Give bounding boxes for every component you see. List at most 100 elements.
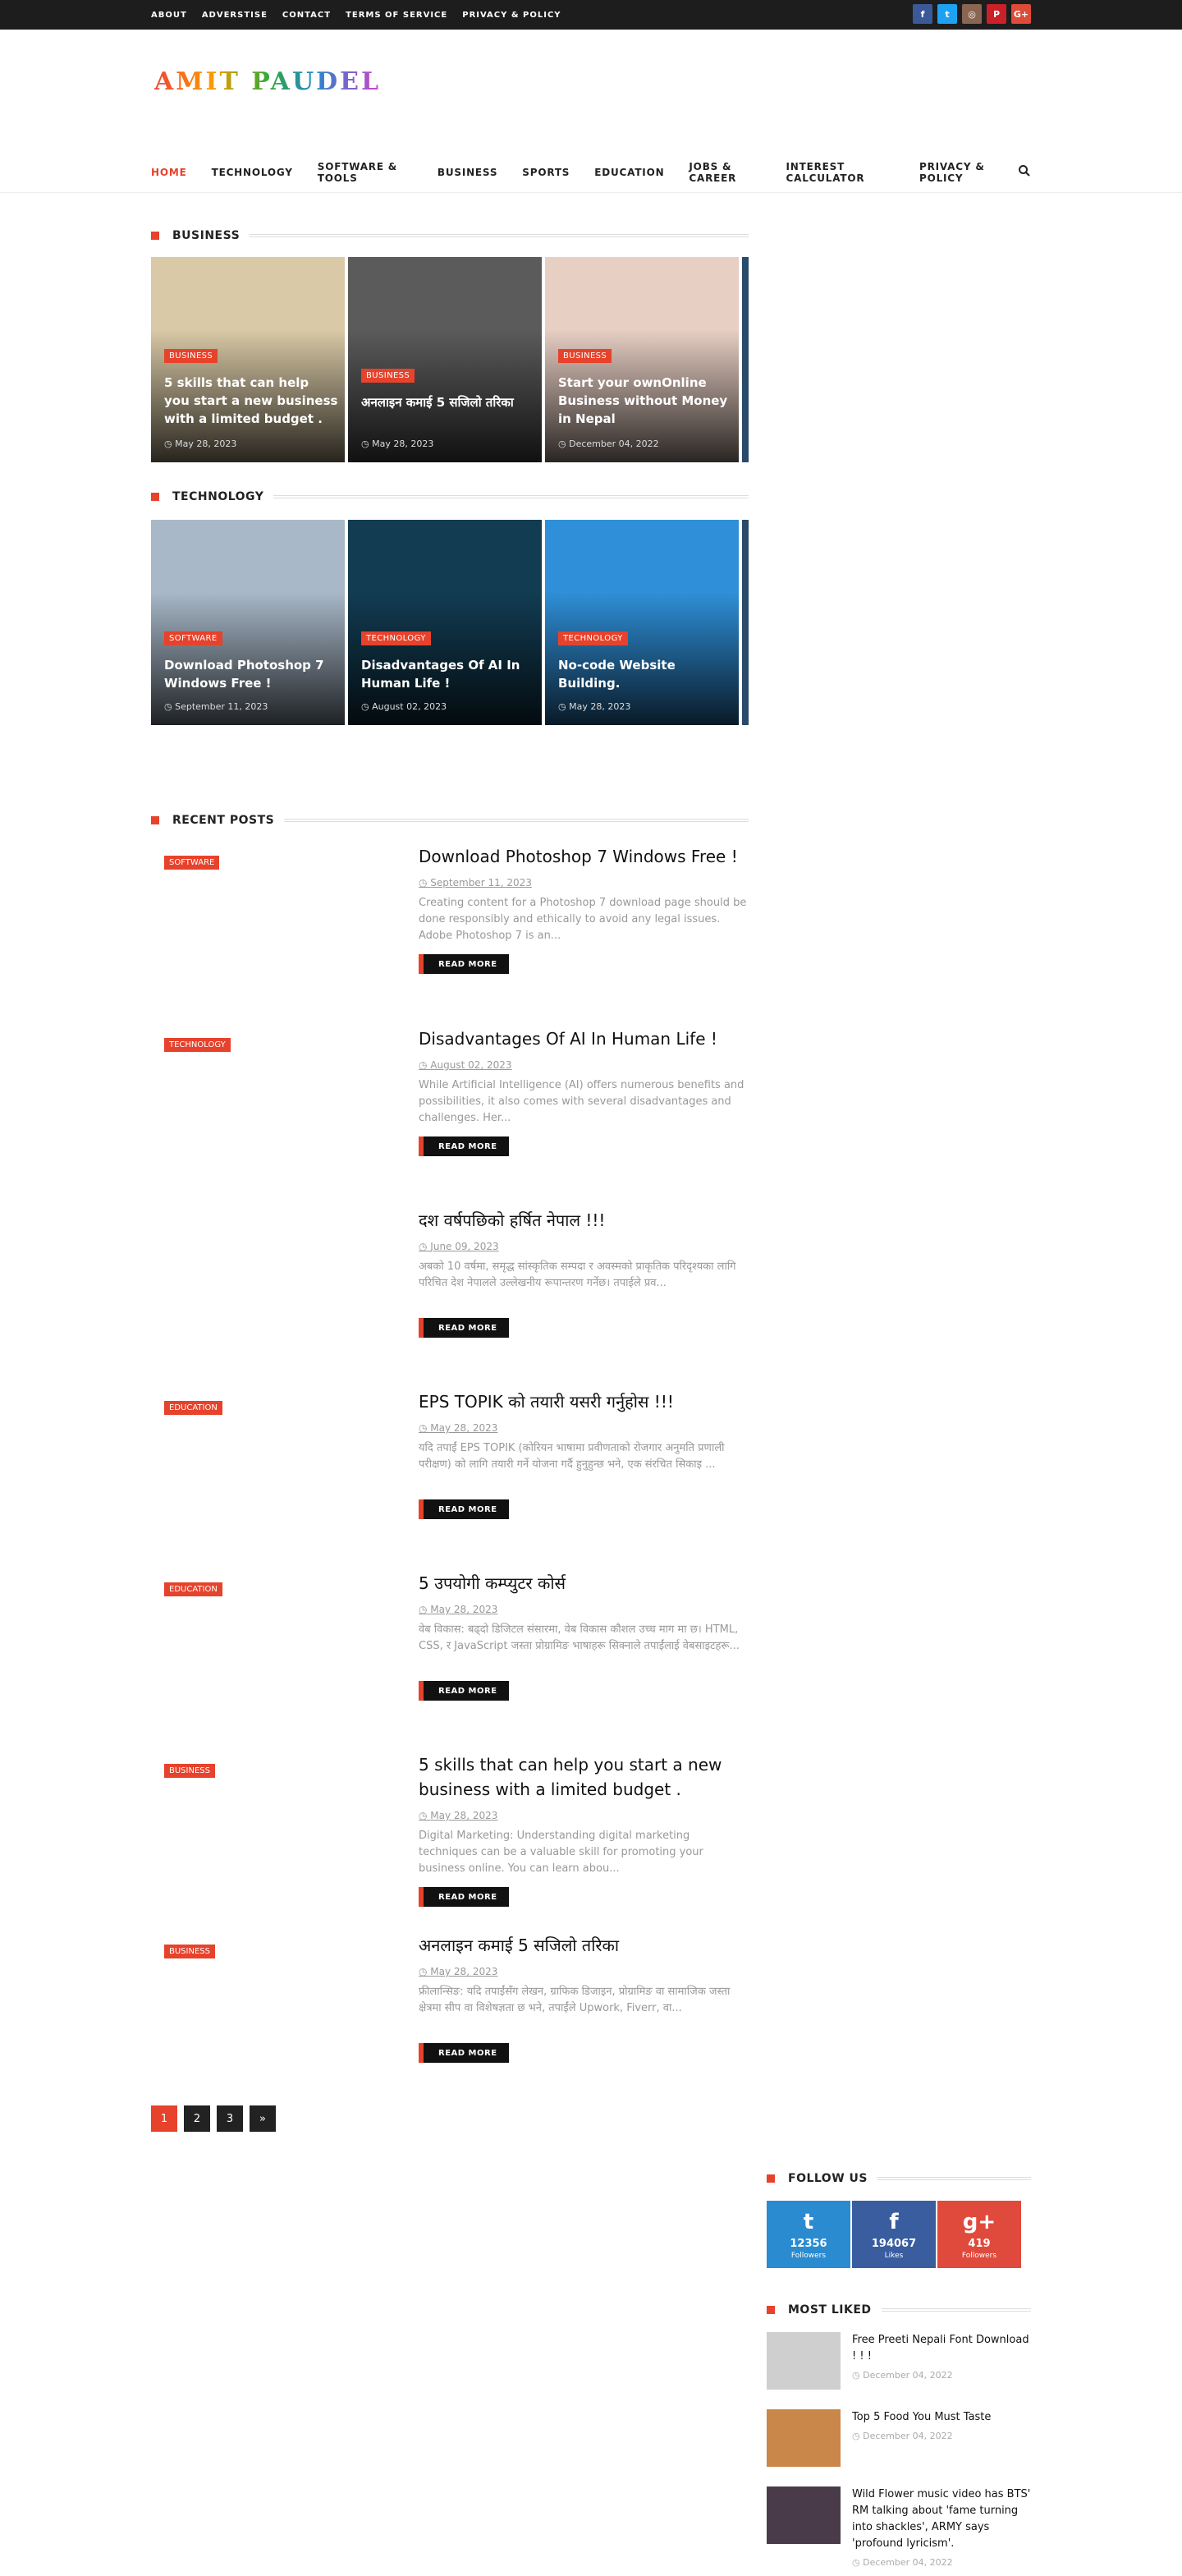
- nav-item-privacy-policy[interactable]: PRIVACY & POLICY: [919, 161, 1006, 184]
- read-more-button[interactable]: READ MORE: [419, 1887, 509, 1907]
- follow-google-plus-counter[interactable]: g+ 419 Followers: [937, 2201, 1021, 2268]
- business-slider[interactable]: BUSINESS 5 skills that can help you start…: [151, 257, 749, 462]
- top-link-terms[interactable]: TERMS OF SERVICE: [346, 11, 447, 20]
- google-plus-icon[interactable]: G+: [1011, 4, 1031, 24]
- read-more-button[interactable]: READ MORE: [419, 1499, 509, 1519]
- nav-item-jobs-career[interactable]: JOBS & CAREER: [689, 161, 761, 184]
- technology-slider[interactable]: SOFTWARE Download Photoshop 7 Windows Fre…: [151, 520, 749, 725]
- twitter-icon[interactable]: t: [937, 4, 957, 24]
- technology-slide-card[interactable]: SOFTWARE Download Photoshop 7 Windows Fre…: [151, 520, 345, 725]
- slide-title[interactable]: Start your ownOnline Business without Mo…: [558, 374, 732, 428]
- business-slide-card[interactable]: BUSINESS अनलाइन कमाई 5 सजिलो तरिका ◷ May 2…: [348, 257, 542, 462]
- pinterest-icon[interactable]: P: [987, 4, 1006, 24]
- read-more-button[interactable]: READ MORE: [419, 2043, 509, 2063]
- post-date[interactable]: ◷ May 28, 2023: [419, 1604, 497, 1615]
- read-more-button[interactable]: READ MORE: [419, 1136, 509, 1156]
- top-link-advertise[interactable]: ADVERSTISE: [202, 11, 268, 20]
- read-more-button[interactable]: READ MORE: [419, 1681, 509, 1701]
- recent-posts-heading: RECENT POSTS: [151, 813, 749, 828]
- post-title[interactable]: EPS TOPIK को तयारी यसरी गर्नुहोस !!!: [419, 1389, 747, 1414]
- most-liked-thumbnail[interactable]: [767, 2486, 841, 2544]
- post-date[interactable]: ◷ August 02, 2023: [419, 1059, 512, 1071]
- search-icon[interactable]: [1018, 164, 1031, 181]
- page-3-button[interactable]: 3: [217, 2105, 243, 2132]
- nav-item-technology[interactable]: TECHNOLOGY: [212, 167, 293, 178]
- most-liked-title[interactable]: Top 5 Food You Must Taste: [852, 2409, 1031, 2426]
- category-label[interactable]: BUSINESS: [164, 349, 218, 363]
- slide-title[interactable]: No-code Website Building.: [558, 656, 732, 692]
- next-page-button[interactable]: »: [250, 2105, 276, 2132]
- most-liked-thumbnail[interactable]: [767, 2332, 841, 2390]
- date-text: December 04, 2022: [863, 2431, 953, 2441]
- post-date[interactable]: ◷ May 28, 2023: [419, 1810, 497, 1821]
- category-label[interactable]: EDUCATION: [164, 1401, 222, 1415]
- post-date[interactable]: ◷ September 11, 2023: [419, 877, 532, 889]
- category-label[interactable]: TECHNOLOGY: [558, 631, 628, 645]
- follower-count: 194067: [871, 2237, 917, 2250]
- technology-slide-card[interactable]: TECHNOLOGY Disadvantages Of AI In Human L…: [348, 520, 542, 725]
- category-label[interactable]: TECHNOLOGY: [164, 1038, 231, 1052]
- clock-icon: ◷: [419, 1422, 431, 1434]
- nav-item-business[interactable]: BUSINESS: [438, 167, 497, 178]
- slide-title[interactable]: 5 skills that can help you start a new b…: [164, 374, 338, 428]
- date-text: September 11, 2023: [175, 701, 268, 712]
- page-2-button[interactable]: 2: [184, 2105, 210, 2132]
- category-label[interactable]: SOFTWARE: [164, 856, 220, 870]
- follower-label: Followers: [790, 2251, 827, 2260]
- follower-count: 12356: [790, 2237, 827, 2250]
- post-snippet: अबको 10 वर्षमा, समृद्ध सांस्कृतिक सम्पदा…: [419, 1260, 736, 1289]
- category-label[interactable]: BUSINESS: [164, 1764, 215, 1778]
- nav-item-home[interactable]: HOME: [151, 167, 187, 178]
- top-link-privacy[interactable]: PRIVACY & POLICY: [462, 11, 561, 20]
- slide-date: ◷ December 04, 2022: [558, 439, 659, 449]
- top-link-contact[interactable]: CONTACT: [282, 11, 331, 20]
- site-logo[interactable]: AMIT PAUDEL: [154, 67, 381, 96]
- category-label[interactable]: BUSINESS: [164, 1945, 215, 1958]
- instagram-icon[interactable]: ◎: [962, 4, 982, 24]
- business-slide-card[interactable]: BUSINESS Start your ownOnline Business wi…: [545, 257, 739, 462]
- page-1-button[interactable]: 1: [151, 2105, 177, 2132]
- slide-date: ◷ May 28, 2023: [164, 439, 236, 449]
- top-link-about[interactable]: ABOUT: [151, 11, 187, 20]
- clock-icon: ◷: [361, 701, 373, 712]
- post-date[interactable]: ◷ May 28, 2023: [419, 1422, 497, 1434]
- post-title[interactable]: 5 skills that can help you start a new b…: [419, 1752, 747, 1802]
- nav-item-sports[interactable]: SPORTS: [522, 167, 570, 178]
- most-liked-title[interactable]: Wild Flower music video has BTS' RM talk…: [852, 2486, 1031, 2552]
- technology-slide-peek[interactable]: [742, 520, 749, 725]
- category-label[interactable]: EDUCATION: [164, 1582, 222, 1596]
- post-title[interactable]: Disadvantages Of AI In Human Life !: [419, 1026, 747, 1051]
- post-title[interactable]: 5 उपयोगी कम्प्युटर कोर्स: [419, 1571, 747, 1596]
- read-more-button[interactable]: READ MORE: [419, 1318, 509, 1338]
- post-title[interactable]: दश वर्षपछिको हर्षित नेपाल !!!: [419, 1208, 747, 1233]
- read-more-button[interactable]: READ MORE: [419, 954, 509, 974]
- facebook-icon[interactable]: f: [913, 4, 932, 24]
- most-liked-thumbnail[interactable]: [767, 2409, 841, 2467]
- most-liked-date: ◷ December 04, 2022: [852, 2431, 953, 2441]
- follow-twitter-counter[interactable]: t 12356 Followers: [767, 2201, 850, 2268]
- most-liked-title[interactable]: Free Preeti Nepali Font Download ! ! !: [852, 2332, 1031, 2365]
- heading-rule: [250, 234, 749, 237]
- main-nav: HOME TECHNOLOGY SOFTWARE & TOOLS BUSINES…: [151, 161, 1031, 184]
- post-date[interactable]: ◷ June 09, 2023: [419, 1241, 499, 1252]
- post-thumbnail[interactable]: [151, 1208, 397, 1348]
- slide-title[interactable]: Disadvantages Of AI In Human Life !: [361, 656, 535, 692]
- category-label[interactable]: SOFTWARE: [164, 631, 222, 645]
- slide-title[interactable]: Download Photoshop 7 Windows Free !: [164, 656, 338, 692]
- nav-item-interest-calculator[interactable]: INTEREST CALCULATOR: [786, 161, 896, 184]
- technology-slide-card[interactable]: TECHNOLOGY No-code Website Building. ◷ May…: [545, 520, 739, 725]
- category-label[interactable]: BUSINESS: [361, 369, 415, 383]
- post-date[interactable]: ◷ May 28, 2023: [419, 1966, 497, 1977]
- business-slide-peek[interactable]: [742, 257, 749, 462]
- post-snippet: फ्रीलान्सिङ: यदि तपाईंसँग लेखन, ग्राफिक …: [419, 1986, 731, 2014]
- category-label[interactable]: TECHNOLOGY: [361, 631, 431, 645]
- slide-title[interactable]: अनलाइन कमाई 5 सजिलो तरिका: [361, 393, 535, 411]
- category-label[interactable]: BUSINESS: [558, 349, 612, 363]
- follow-facebook-counter[interactable]: f 194067 Likes: [852, 2201, 936, 2268]
- nav-item-education[interactable]: EDUCATION: [594, 167, 664, 178]
- nav-item-software-tools[interactable]: SOFTWARE & TOOLS: [318, 161, 413, 184]
- post-title[interactable]: अनलाइन कमाई 5 सजिलो तरिका: [419, 1933, 747, 1958]
- clock-icon: ◷: [852, 2370, 864, 2381]
- business-slide-card[interactable]: BUSINESS 5 skills that can help you start…: [151, 257, 345, 462]
- post-title[interactable]: Download Photoshop 7 Windows Free !: [419, 844, 747, 869]
